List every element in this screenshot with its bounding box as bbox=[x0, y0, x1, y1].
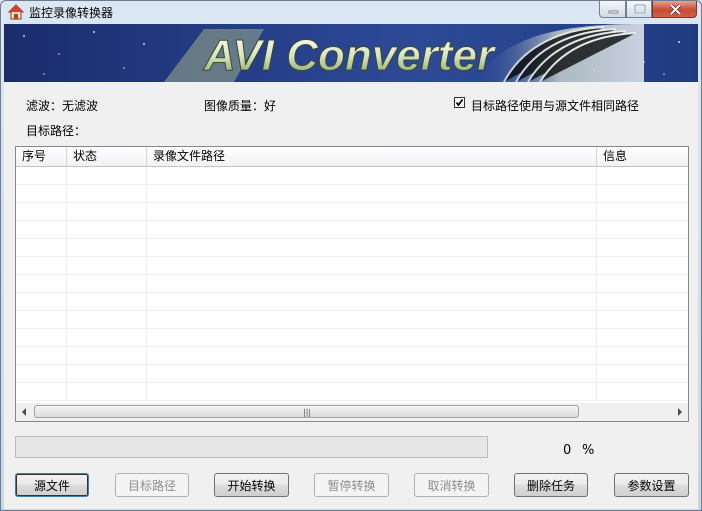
cancel-convert-button[interactable]: 取消转换 bbox=[414, 473, 489, 497]
quality-value: 好 bbox=[264, 99, 277, 113]
scroll-left-button[interactable] bbox=[16, 403, 33, 421]
scroll-right-button[interactable] bbox=[671, 403, 688, 421]
target-path-label: 目标路径： bbox=[26, 124, 87, 138]
banner-title: AVI Converter bbox=[203, 31, 497, 80]
table-row[interactable] bbox=[16, 293, 688, 311]
minimize-icon bbox=[608, 10, 619, 14]
column-divider bbox=[146, 167, 147, 401]
column-header-status[interactable]: 状态 bbox=[67, 147, 147, 166]
scroll-right-icon bbox=[678, 408, 682, 416]
same-path-label[interactable]: 目标路径使用与源文件相同路径 bbox=[471, 97, 639, 114]
filter-value: 无滤波 bbox=[62, 99, 99, 113]
progress-value: 0 bbox=[563, 443, 572, 458]
scrollbar-thumb[interactable]: ||| bbox=[34, 405, 579, 418]
start-convert-button[interactable]: 开始转换 bbox=[214, 473, 289, 497]
maximize-button[interactable] bbox=[626, 1, 652, 18]
delete-task-button[interactable]: 删除任务 bbox=[514, 473, 588, 497]
conversion-progress-bar bbox=[15, 436, 488, 458]
filter-label: 滤波： bbox=[26, 99, 63, 113]
title-bar[interactable]: 监控录像转换器 bbox=[1, 1, 701, 23]
list-header: 序号 状态 录像文件路径 信息 bbox=[16, 147, 688, 167]
same-path-checkbox[interactable] bbox=[454, 97, 465, 108]
close-icon bbox=[669, 3, 682, 16]
task-list[interactable]: 序号 状态 录像文件路径 信息 ||| bbox=[15, 146, 689, 422]
list-rows bbox=[16, 167, 688, 401]
table-row[interactable] bbox=[16, 275, 688, 293]
table-row[interactable] bbox=[16, 311, 688, 329]
table-row[interactable] bbox=[16, 329, 688, 347]
progress-unit: % bbox=[582, 443, 595, 458]
table-row[interactable] bbox=[16, 167, 688, 185]
app-window: 监控录像转换器 AVI Converter 滤波： 无滤波 图像质量： 好 目标… bbox=[0, 0, 702, 511]
table-row[interactable] bbox=[16, 203, 688, 221]
column-divider bbox=[596, 167, 597, 401]
app-house-icon bbox=[7, 4, 25, 20]
maximize-icon bbox=[634, 4, 646, 14]
table-row[interactable] bbox=[16, 365, 688, 383]
pause-convert-button[interactable]: 暂停转换 bbox=[314, 473, 389, 497]
quality-label: 图像质量： bbox=[204, 99, 265, 113]
table-row[interactable] bbox=[16, 221, 688, 239]
target-path-button[interactable]: 目标路径 bbox=[115, 473, 189, 497]
source-file-button[interactable]: 源文件 bbox=[15, 473, 89, 497]
horizontal-scrollbar[interactable]: ||| bbox=[16, 403, 688, 421]
check-mark-icon bbox=[455, 98, 464, 107]
table-row[interactable] bbox=[16, 383, 688, 401]
scroll-left-icon bbox=[22, 408, 26, 416]
table-row[interactable] bbox=[16, 257, 688, 275]
window-title: 监控录像转换器 bbox=[29, 6, 114, 20]
thumb-grip-icon: ||| bbox=[303, 408, 312, 417]
settings-button[interactable]: 参数设置 bbox=[614, 473, 689, 497]
table-row[interactable] bbox=[16, 347, 688, 365]
banner-graphic: AVI Converter bbox=[23, 24, 680, 82]
column-header-index[interactable]: 序号 bbox=[16, 147, 67, 166]
banner: AVI Converter bbox=[4, 24, 698, 82]
client-area: AVI Converter 滤波： 无滤波 图像质量： 好 目标路径使用与源文件… bbox=[4, 24, 698, 509]
minimize-button[interactable] bbox=[599, 1, 626, 18]
column-header-info[interactable]: 信息 bbox=[597, 147, 688, 166]
column-header-file-path[interactable]: 录像文件路径 bbox=[147, 147, 597, 166]
table-row[interactable] bbox=[16, 185, 688, 203]
column-divider bbox=[66, 167, 67, 401]
close-button[interactable] bbox=[652, 1, 697, 18]
table-row[interactable] bbox=[16, 239, 688, 257]
